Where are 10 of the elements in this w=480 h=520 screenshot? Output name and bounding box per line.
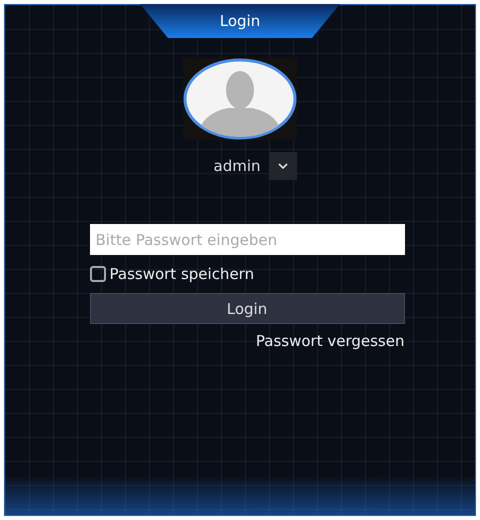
password-field[interactable]: Bitte Passwort eingeben [90, 224, 404, 255]
username: admin [214, 157, 260, 175]
remember-label: Passwort speichern [110, 265, 254, 283]
user-avatar-icon [183, 58, 297, 140]
login-button[interactable]: Login [90, 293, 404, 324]
chevron-down-icon [278, 163, 288, 169]
forgot-password-link[interactable]: Passwort vergessen [256, 332, 404, 350]
user-dropdown-button[interactable] [268, 152, 296, 180]
window-title: Login [140, 4, 340, 38]
remember-checkbox[interactable] [90, 266, 106, 282]
